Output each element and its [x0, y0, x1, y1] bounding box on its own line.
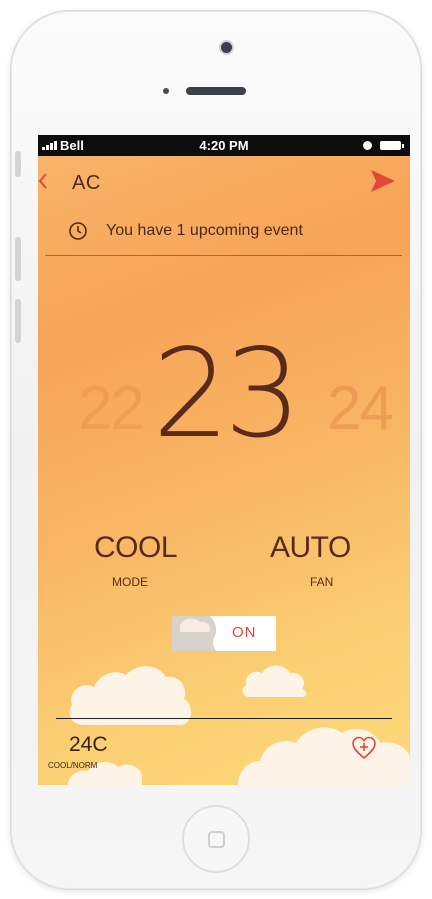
front-camera [221, 42, 232, 53]
setpoint-value: 24C [69, 733, 108, 756]
footer-divider [56, 718, 392, 719]
app-screen: Bell 4:20 PM AC You have 1 upcoming even… [38, 135, 410, 785]
home-button[interactable] [182, 805, 250, 873]
cloud-decoration [68, 665, 410, 785]
volume-up-button [15, 237, 21, 281]
mute-switch [15, 151, 21, 177]
proximity-sensor [163, 88, 169, 94]
volume-down-button [15, 299, 21, 343]
home-square-icon [208, 831, 225, 848]
power-state-label: ON [232, 624, 257, 641]
toggle-knob [172, 616, 217, 651]
earpiece-speaker [186, 87, 246, 95]
heart-plus-icon[interactable] [351, 736, 377, 765]
power-toggle[interactable]: ON [172, 616, 276, 651]
setpoint-mode: COOL/NORM [48, 761, 98, 770]
